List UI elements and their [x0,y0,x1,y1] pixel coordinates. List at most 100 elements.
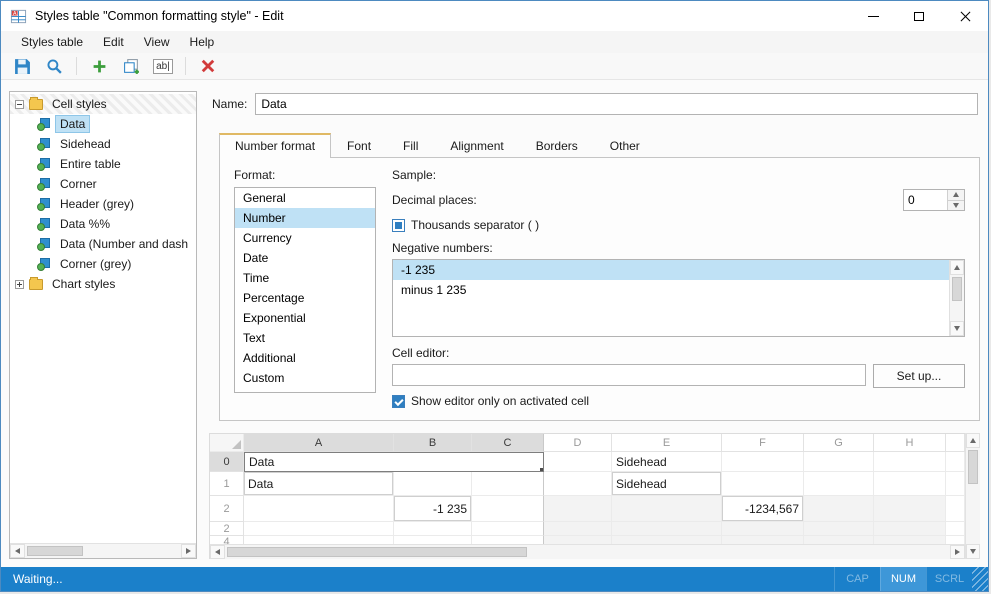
grid-cell[interactable] [472,472,544,496]
grid-vertical-scrollbar[interactable] [965,433,980,559]
grid-cell[interactable] [472,536,544,544]
column-header-b[interactable]: B [394,434,472,452]
tree-node-cell-styles[interactable]: Cell styles [10,94,196,114]
title-bar[interactable]: A Styles table "Common formatting style"… [1,1,988,31]
show-editor-checkbox[interactable] [392,395,405,408]
scroll-right-button[interactable] [181,544,196,558]
scroll-up-button[interactable] [950,260,964,275]
stepper-down-button[interactable] [948,200,964,211]
cell-editor-input[interactable] [392,364,866,386]
add-style-button[interactable] [86,55,112,77]
format-option-currency[interactable]: Currency [235,228,375,248]
grid-cell[interactable] [612,522,722,536]
minimize-button[interactable] [850,1,896,31]
scroll-track[interactable] [225,545,950,559]
grid-cell[interactable] [244,496,394,522]
row-header-4[interactable]: 4 [210,536,244,544]
grid-cell[interactable] [394,472,472,496]
thousands-separator-checkbox[interactable] [392,219,405,232]
menu-edit[interactable]: Edit [93,33,134,51]
delete-style-button[interactable] [195,55,221,77]
grid-cell[interactable] [804,522,874,536]
scroll-track[interactable] [966,448,980,544]
tab-borders[interactable]: Borders [520,133,594,157]
show-editor-checkbox-row[interactable]: Show editor only on activated cell [392,394,965,408]
grid-cell-editor[interactable]: Data [244,452,544,472]
set-up-button[interactable]: Set up... [873,364,965,388]
menu-styles-table[interactable]: Styles table [11,33,93,51]
format-option-percentage[interactable]: Percentage [235,288,375,308]
tab-alignment[interactable]: Alignment [434,133,519,157]
tree-item-sidehead[interactable]: Sidehead [10,134,196,154]
grid-cell[interactable] [874,522,946,536]
grid-cell-b2[interactable]: -1 235 [394,496,472,522]
scroll-down-button[interactable] [966,544,980,559]
scroll-thumb[interactable] [952,277,962,301]
scroll-up-button[interactable] [966,433,980,448]
grid-corner[interactable] [210,434,244,452]
scroll-left-button[interactable] [10,544,25,558]
negative-option-minus-sign[interactable]: -1 235 [393,260,949,280]
grid-cell[interactable] [472,496,544,522]
search-button[interactable] [41,55,67,77]
scroll-thumb[interactable] [968,450,978,484]
decimal-places-stepper[interactable] [903,189,965,211]
column-header-g[interactable]: G [804,434,874,452]
grid-cell[interactable] [544,496,612,522]
column-header-d[interactable]: D [544,434,612,452]
grid-cell[interactable] [244,536,394,544]
tree-item-data[interactable]: Data [10,114,196,134]
tab-font[interactable]: Font [331,133,387,157]
copy-style-button[interactable] [118,55,144,77]
close-button[interactable] [942,1,988,31]
grid-cell-f2[interactable]: -1234,567 [722,496,804,522]
column-header-e[interactable]: E [612,434,722,452]
scroll-track[interactable] [950,275,964,321]
tree-node-chart-styles[interactable]: Chart styles [10,274,196,294]
name-input[interactable] [255,93,978,115]
thousands-separator-checkbox-row[interactable]: Thousands separator ( ) [392,218,965,232]
grid-cell[interactable] [244,522,394,536]
scroll-thumb[interactable] [27,546,83,556]
negative-list-scrollbar[interactable] [949,260,964,336]
resize-grip[interactable] [972,567,988,591]
grid-horizontal-scrollbar[interactable] [210,544,965,559]
grid-cell[interactable] [804,452,874,472]
scroll-right-button[interactable] [950,545,965,559]
grid-cell[interactable] [544,522,612,536]
tree-item-data-percent[interactable]: Data %% [10,214,196,234]
grid-cell-a1[interactable]: Data [244,472,394,496]
tree-item-data-number-dash[interactable]: Data (Number and dash [10,234,196,254]
tree-item-entire-table[interactable]: Entire table [10,154,196,174]
column-header-c[interactable]: C [472,434,544,452]
format-option-general[interactable]: General [235,188,375,208]
grid-cell[interactable] [394,536,472,544]
rename-style-button[interactable]: ab| [150,55,176,77]
tree-horizontal-scrollbar[interactable] [10,543,196,558]
grid-cell[interactable] [544,536,612,544]
tab-other[interactable]: Other [594,133,656,157]
menu-help[interactable]: Help [180,33,225,51]
column-header-a[interactable]: A [244,434,394,452]
format-option-time[interactable]: Time [235,268,375,288]
tree-item-corner-grey[interactable]: Corner (grey) [10,254,196,274]
row-header-3[interactable]: 2 [210,522,244,536]
grid-cell[interactable] [544,452,612,472]
grid-cell[interactable] [804,536,874,544]
grid-cell[interactable] [722,452,804,472]
save-button[interactable] [9,55,35,77]
grid-cell[interactable] [804,472,874,496]
grid-cell[interactable] [612,496,722,522]
grid-cell[interactable] [544,472,612,496]
column-header-f[interactable]: F [722,434,804,452]
grid-cell[interactable] [612,536,722,544]
tab-fill[interactable]: Fill [387,133,434,157]
scroll-left-button[interactable] [210,545,225,559]
scroll-down-button[interactable] [950,321,964,336]
collapse-icon[interactable] [15,100,24,109]
menu-view[interactable]: View [134,33,180,51]
format-option-custom[interactable]: Custom [235,368,375,388]
tab-number-format[interactable]: Number format [219,133,331,158]
tree-item-header-grey[interactable]: Header (grey) [10,194,196,214]
grid-cell-e1[interactable]: Sidehead [612,472,722,496]
